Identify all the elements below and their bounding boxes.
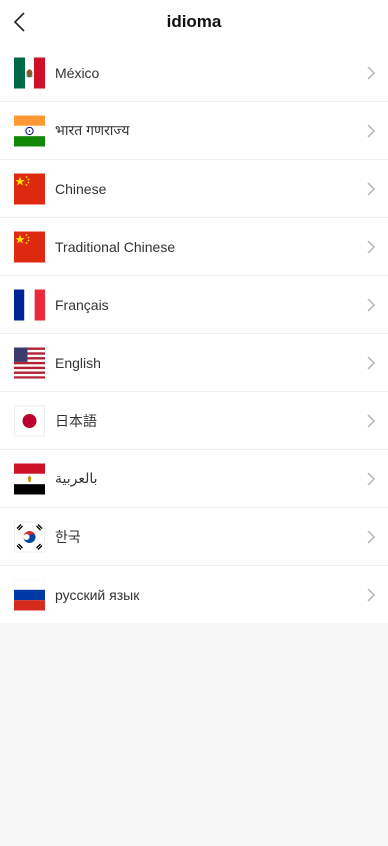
mexico-flag-icon	[14, 57, 45, 88]
chevron-right-icon	[367, 65, 376, 80]
chevron-right-icon	[367, 587, 376, 602]
language-item-english[interactable]: English	[0, 334, 388, 392]
chevron-right-icon	[367, 529, 376, 544]
language-label: 日本語	[55, 412, 97, 429]
language-label: بالعربية	[55, 470, 98, 486]
china-flag-icon	[14, 231, 45, 262]
chevron-right-icon	[367, 355, 376, 370]
language-label: México	[55, 64, 100, 81]
language-label: भारत गणराज्य	[55, 122, 130, 138]
language-label: русский язык	[55, 586, 140, 603]
language-item-chinese[interactable]: Chinese	[0, 160, 388, 218]
france-flag-icon	[14, 289, 45, 320]
chevron-right-icon	[367, 239, 376, 254]
language-item-traditional-chinese[interactable]: Traditional Chinese	[0, 218, 388, 276]
china-flag-icon	[14, 173, 45, 204]
language-item-korean[interactable]: 한국	[0, 508, 388, 566]
usa-flag-icon	[14, 347, 45, 378]
language-item-russian[interactable]: русский язык	[0, 566, 388, 623]
chevron-right-icon	[367, 123, 376, 138]
korea-flag-icon	[14, 521, 45, 552]
language-label: Français	[55, 296, 109, 313]
russia-flag-icon	[14, 579, 45, 610]
top-bar: idioma	[0, 0, 388, 44]
chevron-right-icon	[367, 297, 376, 312]
chevron-left-icon	[13, 12, 25, 32]
back-button[interactable]	[6, 6, 34, 38]
language-label: Traditional Chinese	[55, 238, 176, 255]
japan-flag-icon	[14, 405, 45, 436]
chevron-right-icon	[367, 181, 376, 196]
chevron-right-icon	[367, 413, 376, 428]
language-label: English	[55, 354, 101, 371]
language-label: Chinese	[55, 180, 107, 197]
language-item-arabic[interactable]: بالعربية	[0, 450, 388, 508]
language-item-french[interactable]: Français	[0, 276, 388, 334]
chevron-right-icon	[367, 471, 376, 486]
language-label: 한국	[55, 528, 81, 545]
language-item-india[interactable]: भारत गणराज्य	[0, 102, 388, 160]
page-title: idioma	[166, 12, 222, 31]
language-item-japanese[interactable]: 日本語	[0, 392, 388, 450]
egypt-flag-icon	[14, 463, 45, 494]
language-item-mexico[interactable]: México	[0, 44, 388, 102]
india-flag-icon	[14, 115, 45, 146]
language-list: México भारत गणराज्य Chinese Traditional …	[0, 44, 388, 623]
